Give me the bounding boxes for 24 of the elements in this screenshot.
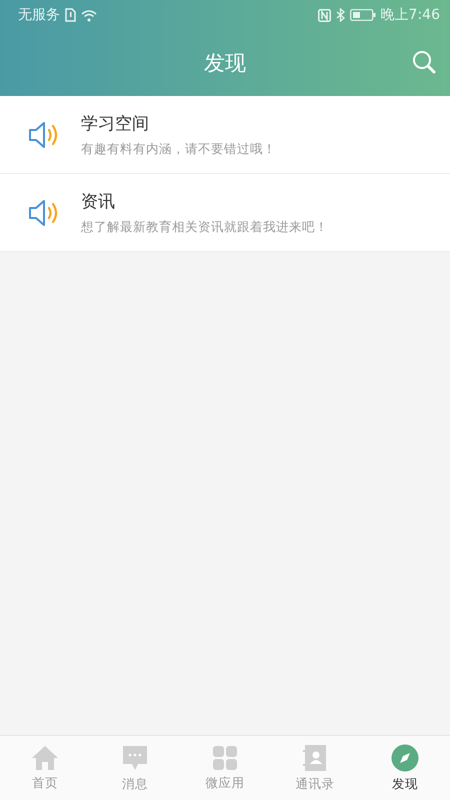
sim-card-icon: [65, 8, 76, 22]
grid-icon: [212, 744, 238, 770]
nfc-icon: [318, 8, 331, 22]
compass-icon: [391, 744, 419, 772]
page-title: 发现: [204, 50, 246, 77]
battery-icon: [350, 9, 376, 21]
item-subtitle: 想了解最新教育相关资讯就跟着我进来吧！: [81, 218, 328, 236]
tab[interactable]: 首页: [0, 736, 90, 800]
tab[interactable]: 发现: [360, 736, 450, 800]
clock-text: 晚上7:46: [380, 6, 440, 24]
tab[interactable]: 消息: [90, 736, 180, 800]
item-title: 学习空间: [81, 112, 150, 134]
address-book-icon: [303, 744, 327, 772]
wifi-icon: [81, 8, 97, 22]
item-subtitle: 有趣有料有内涵，请不要错过哦！: [81, 140, 276, 158]
bluetooth-icon: [336, 8, 345, 22]
tab[interactable]: 微应用: [180, 736, 270, 800]
home-icon: [31, 744, 59, 770]
item-title: 资讯: [81, 190, 116, 212]
chat-bubble-icon: [121, 744, 149, 772]
list-item[interactable]: 学习空间 有趣有料有内涵，请不要错过哦！: [0, 96, 450, 174]
carrier-text: 无服务: [18, 6, 60, 24]
list-item[interactable]: 资讯 想了解最新教育相关资讯就跟着我进来吧！: [0, 174, 450, 252]
tab[interactable]: 通讯录: [270, 736, 360, 800]
